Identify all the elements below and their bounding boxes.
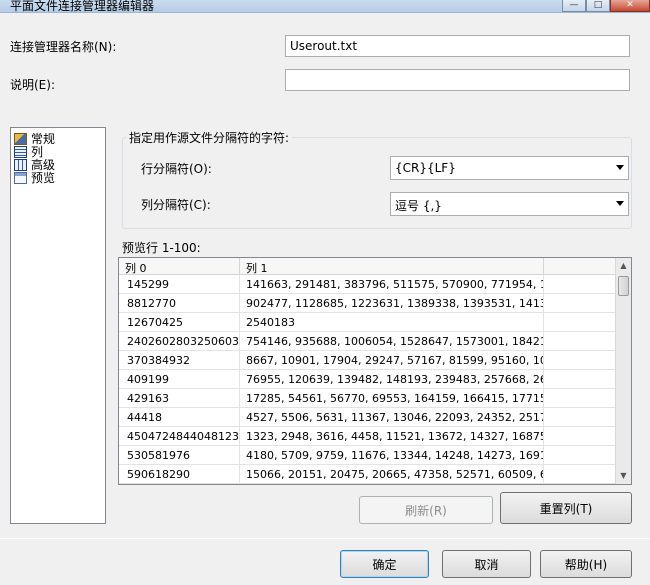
cell-column-1: 902477, 1128685, 1223631, 1389338, 13935… (240, 294, 544, 312)
scroll-thumb[interactable] (618, 276, 629, 296)
row-delimiter-value: {CR}{LF} (395, 161, 456, 175)
cell-column-1: 1323, 2948, 3616, 4458, 11521, 13672, 14… (240, 427, 544, 445)
table-row[interactable]: 12670425 2540183 (119, 313, 616, 332)
column-delimiter-value: 逗号 {,} (395, 199, 442, 213)
cell-column-1: 4527, 5506, 5631, 11367, 13046, 22093, 2… (240, 408, 544, 426)
cell-column-0: 12670425 (119, 313, 240, 331)
cell-column-0: 409199 (119, 370, 240, 388)
close-button[interactable]: ✕ (610, 0, 650, 12)
cell-column-0: 145299 (119, 275, 240, 293)
window-title: 平面文件连接管理器编辑器 (10, 0, 155, 13)
cell-column-0: 530581976 (119, 446, 240, 464)
description-label: 说明(E): (10, 78, 55, 92)
cancel-button[interactable]: 取消 (442, 550, 531, 578)
cell-column-1: 15066, 20151, 20475, 20665, 47358, 52571… (240, 465, 544, 483)
help-button[interactable]: 帮助(H) (540, 550, 632, 578)
cell-column-0: 429163 (119, 389, 240, 407)
connection-name-input[interactable]: Userout.txt (285, 35, 630, 57)
table-row[interactable]: 44418 4527, 5506, 5631, 11367, 13046, 220… (119, 408, 616, 427)
table-row[interactable]: 370384932 8667, 10901, 17904, 29247, 5716… (119, 351, 616, 370)
column-header[interactable]: 列 1 (240, 258, 544, 275)
cell-column-0: 370384932 (119, 351, 240, 369)
cell-column-1: 322886, 858638, 1070073, 1136280, 137880… (240, 484, 544, 485)
preview-icon (14, 171, 27, 184)
cell-column-1: 4180, 5709, 9759, 11676, 13344, 14248, 1… (240, 446, 544, 464)
cell-column-1: 2540183 (240, 313, 544, 331)
table-row[interactable]: 530581976 4180, 5709, 9759, 11676, 13344,… (119, 446, 616, 465)
refresh-button[interactable]: 刷新(R) (359, 496, 493, 524)
delimiter-group-title: 指定用作源文件分隔符的字符: (126, 129, 293, 146)
table-row[interactable]: 45047248440481233 1323, 2948, 3616, 4458,… (119, 427, 616, 446)
cell-column-1: 76955, 120639, 139482, 148193, 239483, 2… (240, 370, 544, 388)
description-input[interactable] (285, 69, 630, 91)
window-controls: — □ ✕ (562, 0, 650, 12)
preview-rows-label: 预览行 1-100: (122, 241, 201, 255)
cell-column-0: 8812770 (119, 294, 240, 312)
title-bar: 平面文件连接管理器编辑器 — □ ✕ (0, 0, 650, 13)
cell-column-0: 45047248440481233 (119, 427, 240, 445)
cell-column-1: 754146, 935688, 1006054, 1528647, 157300… (240, 332, 544, 350)
cell-column-1: 8667, 10901, 17904, 29247, 57167, 81599,… (240, 351, 544, 369)
ok-button[interactable]: 确定 (340, 550, 429, 578)
maximize-button[interactable]: □ (586, 0, 610, 12)
nav-item-preview[interactable]: 预览 (14, 171, 105, 185)
scroll-up-icon[interactable]: ▲ (616, 258, 631, 274)
reset-columns-button[interactable]: 重置列(T) (500, 492, 632, 524)
vertical-scrollbar[interactable]: ▲ ▼ (615, 258, 631, 484)
connection-name-label: 连接管理器名称(N): (10, 40, 117, 54)
cell-column-0: 590618290 (119, 465, 240, 483)
nav-item-label: 预览 (31, 171, 56, 185)
table-row[interactable]: 6350564322886, 858638, 1070073, 1136280,… (119, 484, 616, 485)
table-row[interactable]: 409199 76955, 120639, 139482, 148193, 239… (119, 370, 616, 389)
footer-divider (0, 538, 650, 539)
page-navigation: 常规 列 高级 预览 (10, 127, 106, 524)
table-row[interactable]: 24026028032506031 754146, 935688, 1006054… (119, 332, 616, 351)
scroll-down-icon[interactable]: ▼ (616, 468, 631, 484)
row-delimiter-select[interactable]: {CR}{LF} (390, 156, 629, 180)
cell-column-0: 6350564 (119, 484, 240, 485)
nav-item-advanced[interactable]: 高级 (14, 158, 105, 172)
preview-grid[interactable]: 列 0 列 1 145299 141663, 291481, 383796, 51… (118, 257, 632, 485)
cell-column-1: 141663, 291481, 383796, 511575, 570900, … (240, 275, 544, 293)
advanced-icon (14, 158, 27, 171)
cell-column-0: 24026028032506031 (119, 332, 240, 350)
grid-header: 列 0 列 1 (119, 258, 616, 275)
minimize-button[interactable]: — (562, 0, 586, 12)
table-row[interactable]: 429163 17285, 54561, 56770, 69553, 164159… (119, 389, 616, 408)
cell-column-1: 17285, 54561, 56770, 69553, 164159, 1664… (240, 389, 544, 407)
row-delimiter-label: 行分隔符(O): (141, 162, 212, 176)
general-icon (14, 132, 27, 145)
columns-icon (14, 145, 27, 158)
nav-item-columns[interactable]: 列 (14, 145, 105, 159)
chevron-down-icon (616, 165, 624, 170)
grid-rows: 145299 141663, 291481, 383796, 511575, 57… (119, 275, 616, 485)
nav-item-general[interactable]: 常规 (14, 132, 105, 146)
cell-column-0: 44418 (119, 408, 240, 426)
table-row[interactable]: 590618290 15066, 20151, 20475, 20665, 473… (119, 465, 616, 484)
table-row[interactable]: 145299 141663, 291481, 383796, 511575, 57… (119, 275, 616, 294)
table-row[interactable]: 8812770 902477, 1128685, 1223631, 1389338… (119, 294, 616, 313)
column-delimiter-label: 列分隔符(C): (141, 198, 211, 212)
chevron-down-icon (616, 201, 624, 206)
column-header[interactable]: 列 0 (119, 258, 240, 275)
column-delimiter-select[interactable]: 逗号 {,} (390, 192, 629, 216)
